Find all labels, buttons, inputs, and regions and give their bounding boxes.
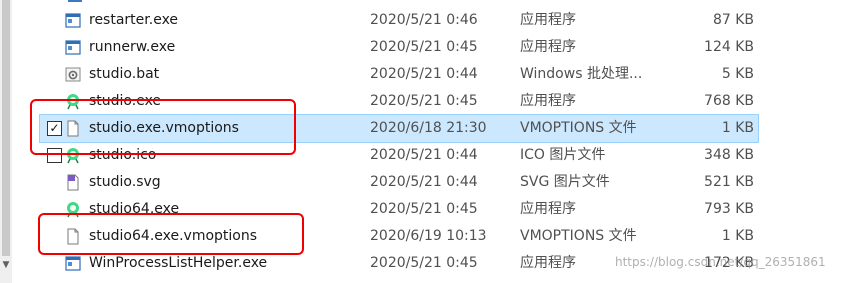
file-type: SVG 图片文件: [520, 174, 610, 190]
partial-row-icon: [68, 0, 82, 2]
file-row-studio64-exe-vmoptions[interactable]: studio64.exe.vmoptions 2020/6/19 10:13 V…: [40, 223, 758, 250]
file-date: 2020/5/21 0:46: [370, 12, 478, 28]
svg-file-icon: [67, 174, 79, 191]
csdn-watermark: https://blog.csdn.net/qq_26351861: [615, 255, 826, 269]
scroll-down-arrow-icon[interactable]: ▼: [1, 258, 11, 272]
file-type: Windows 批处理...: [520, 66, 643, 82]
file-type: 应用程序: [520, 93, 576, 109]
file-date: 2020/5/21 0:45: [370, 255, 478, 271]
selection-checkbox[interactable]: [47, 148, 62, 163]
file-name: studio.exe.vmoptions: [89, 120, 239, 136]
exe-window-icon: [65, 256, 81, 271]
exe-window-icon: [65, 40, 81, 55]
android-studio-icon: [67, 148, 79, 164]
file-name: runnerw.exe: [89, 39, 176, 55]
scrollbar-thumb[interactable]: [2, 0, 10, 256]
file-type: VMOPTIONS 文件: [520, 228, 637, 244]
file-row-studio-svg[interactable]: studio.svg 2020/5/21 0:44 SVG 图片文件 521 K…: [40, 169, 758, 196]
file-date: 2020/5/21 0:44: [370, 66, 478, 82]
file-type: 应用程序: [520, 201, 576, 217]
file-row-studio64-exe[interactable]: studio64.exe 2020/5/21 0:45 应用程序 793 KB: [40, 196, 758, 223]
file-name: studio.ico: [89, 147, 157, 163]
file-size: 87 KB: [712, 12, 754, 28]
file-row-studio-exe-vmoptions[interactable]: ✓ studio.exe.vmoptions 2020/6/18 21:30 V…: [39, 114, 759, 143]
android-studio-icon: [67, 94, 79, 110]
file-name: studio.bat: [89, 66, 160, 82]
file-size: 768 KB: [704, 93, 754, 109]
file-size: 5 KB: [721, 66, 754, 82]
file-row-studio-ico[interactable]: studio.ico 2020/5/21 0:44 ICO 图片文件 348 K…: [40, 142, 758, 169]
file-type: 应用程序: [520, 39, 576, 55]
file-size: 521 KB: [704, 174, 754, 190]
file-row-studio-exe[interactable]: studio.exe 2020/5/21 0:45 应用程序 768 KB: [40, 88, 758, 115]
file-name: studio64.exe.vmoptions: [89, 228, 258, 244]
file-name: restarter.exe: [89, 12, 179, 28]
file-date: 2020/6/18 21:30: [370, 120, 487, 136]
file-name: studio.exe: [89, 93, 162, 109]
file-row-studio-bat[interactable]: studio.bat 2020/5/21 0:44 Windows 批处理...…: [40, 61, 758, 88]
file-date: 2020/5/21 0:44: [370, 147, 478, 163]
file-name: studio64.exe: [89, 201, 180, 217]
file-size: 1 KB: [721, 120, 754, 136]
file-date: 2020/5/21 0:45: [370, 39, 478, 55]
file-date: 2020/5/21 0:45: [370, 93, 478, 109]
file-name: WinProcessListHelper.exe: [89, 255, 268, 271]
android-studio-icon: [67, 202, 79, 218]
file-date: 2020/5/21 0:45: [370, 201, 478, 217]
file-name: studio.svg: [89, 174, 161, 190]
file-type: VMOPTIONS 文件: [520, 120, 637, 136]
file-date: 2020/6/19 10:13: [370, 228, 487, 244]
file-row-restarter-exe[interactable]: restarter.exe 2020/5/21 0:46 应用程序 87 KB: [40, 7, 758, 34]
file-date: 2020/5/21 0:44: [370, 174, 478, 190]
selection-checkbox-checked[interactable]: ✓: [47, 121, 62, 136]
file-type: 应用程序: [520, 12, 576, 28]
document-icon: [67, 120, 79, 137]
file-size: 348 KB: [704, 147, 754, 163]
file-row-runnerw-exe[interactable]: runnerw.exe 2020/5/21 0:45 应用程序 124 KB: [40, 34, 758, 61]
vertical-scrollbar[interactable]: ▼: [0, 0, 12, 283]
file-type: ICO 图片文件: [520, 147, 606, 163]
file-size: 124 KB: [704, 39, 754, 55]
file-size: 793 KB: [704, 201, 754, 217]
file-size: 1 KB: [721, 228, 754, 244]
exe-window-icon: [65, 13, 81, 28]
bat-gear-icon: [65, 67, 81, 82]
document-icon: [67, 228, 79, 245]
